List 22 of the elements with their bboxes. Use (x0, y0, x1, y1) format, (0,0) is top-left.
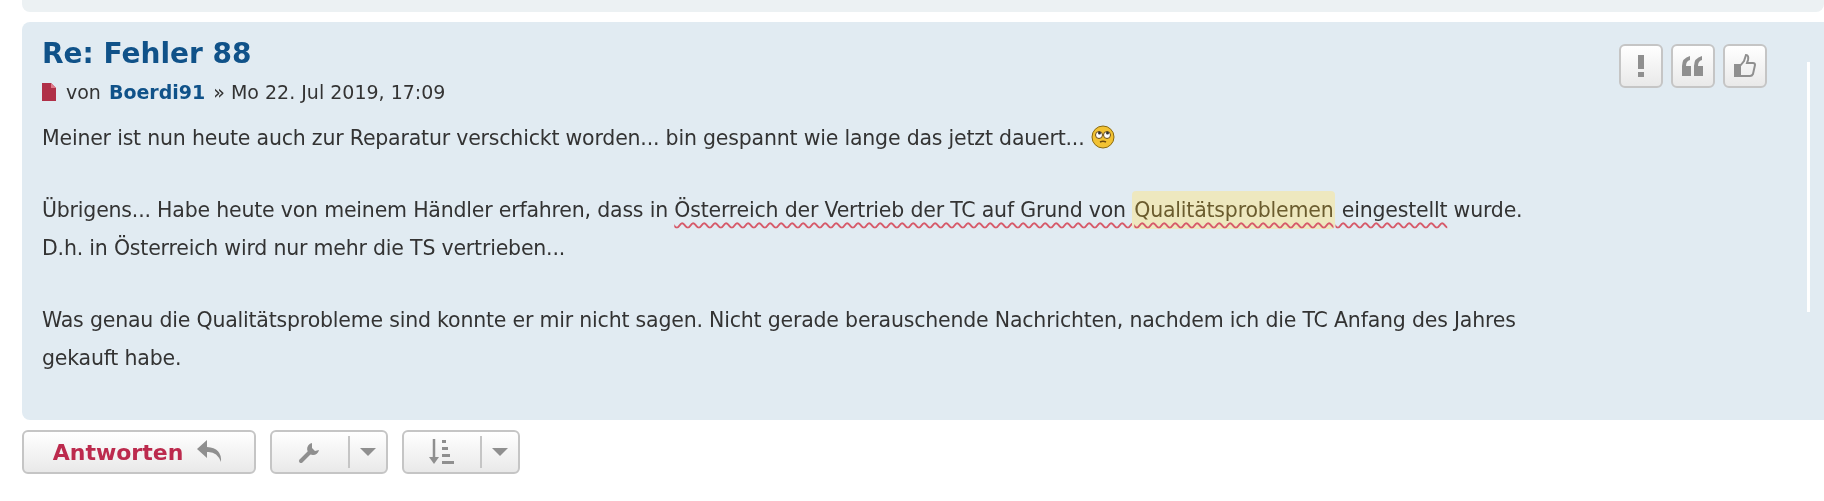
rolling-eyes-emoji-icon (1090, 124, 1115, 149)
exclamation-icon (1637, 55, 1645, 77)
post-paragraph: Meiner ist nun heute auch zur Reparatur verschickt worden... bin gespannt wie lange das jetzt dauert... (42, 118, 1542, 157)
sort-icon (429, 439, 455, 465)
post-paragraph: Übrigens... Habe heute von meinem Händler erfahren, dass in Österreich der Vertrieb der TC auf Grund von Qualitätsproblemen eingestellt wurde. D.h. in Österreich wird nur mehr die TS vertrieben... (42, 190, 1542, 267)
author-link[interactable]: Boerdi91 (108, 78, 206, 107)
post-paragraph: Was genau die Qualitätsprobleme sind konnte er mir nicht sagen. Nicht gerade berauschende Nachrichten, nachdem ich die TC Anfang des Jahres gekauft habe. (42, 306, 1517, 372)
reply-button[interactable]: Antworten (22, 430, 256, 474)
sort-menu-button[interactable] (402, 430, 520, 474)
by-label: von (66, 80, 101, 105)
like-button[interactable] (1723, 44, 1767, 88)
post-icon (42, 83, 56, 102)
quote-icon (1682, 56, 1704, 76)
report-button[interactable] (1619, 44, 1663, 88)
post-date: » Mo 22. Jul 2019, 17:09 (213, 80, 446, 105)
caret-icon (492, 448, 508, 456)
caret-icon (360, 448, 376, 456)
post-title[interactable]: Re: Fehler 88 (42, 37, 252, 70)
quote-button[interactable] (1671, 44, 1715, 88)
thumbs-up-icon (1733, 54, 1757, 78)
tools-menu-button[interactable] (270, 430, 388, 474)
wrench-icon (298, 440, 322, 464)
